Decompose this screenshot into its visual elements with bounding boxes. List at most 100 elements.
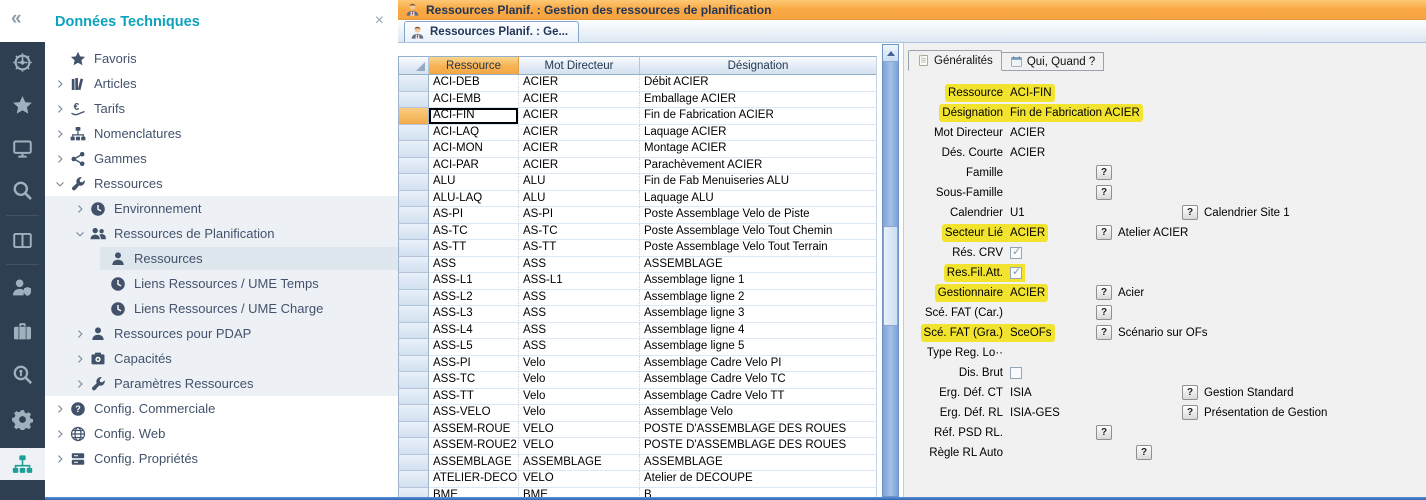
cell-mot_directeur[interactable]: ACIER <box>519 75 640 92</box>
checkbox[interactable] <box>1010 367 1022 379</box>
chevron-right-icon[interactable] <box>70 204 90 214</box>
chevron-down-icon[interactable] <box>70 229 90 239</box>
chevron-right-icon[interactable] <box>50 404 70 414</box>
table-row[interactable]: ALUALUFin de Fab Menuiseries ALU <box>398 174 877 191</box>
sidebar-user-shield-icon[interactable] <box>0 270 45 304</box>
column-header[interactable]: Ressource <box>429 56 519 75</box>
cell-designation[interactable]: Assemblage ligne 4 <box>640 323 877 340</box>
cell-designation[interactable]: Parachèvement ACIER <box>640 158 877 175</box>
chevron-right-icon[interactable] <box>50 129 70 139</box>
select-all-corner[interactable] <box>398 56 429 75</box>
cell-mot_directeur[interactable]: Velo <box>519 356 640 373</box>
table-row[interactable]: ACI-MONACIERMontage ACIER <box>398 141 877 158</box>
table-row[interactable]: ACI-EMBACIEREmballage ACIER <box>398 92 877 109</box>
chevron-right-icon[interactable] <box>50 454 70 464</box>
cell-designation[interactable]: Montage ACIER <box>640 141 877 158</box>
table-row[interactable]: BMEBMEB <box>398 488 877 498</box>
sidebar-search-icon[interactable] <box>0 173 45 207</box>
cell-designation[interactable]: Assemblage Cadre Velo PI <box>640 356 877 373</box>
selected-cell[interactable]: ACI-FIN <box>429 108 519 125</box>
row-selector[interactable] <box>398 92 429 109</box>
cell-designation[interactable]: Laquage ACIER <box>640 125 877 142</box>
help-button[interactable]: ? <box>1096 165 1112 180</box>
help-button[interactable]: ? <box>1182 205 1198 220</box>
column-header[interactable]: Mot Directeur <box>519 56 640 75</box>
cell-mot_directeur[interactable]: ACIER <box>519 141 640 158</box>
table-row[interactable]: ASS-L3ASSAssemblage ligne 3 <box>398 306 877 323</box>
cell-ressource[interactable]: ALU-LAQ <box>429 191 519 208</box>
row-selector[interactable] <box>398 141 429 158</box>
tree-item[interactable]: Nomenclatures <box>45 121 398 146</box>
table-row[interactable]: ALU-LAQALULaquage ALU <box>398 191 877 208</box>
close-panel-icon[interactable]: × <box>375 12 384 30</box>
cell-designation[interactable]: B <box>640 488 877 498</box>
cell-ressource[interactable]: ACI-MON <box>429 141 519 158</box>
table-row[interactable]: ASSEM-ROUEVELOPOSTE D'ASSEMBLAGE DES ROU… <box>398 422 877 439</box>
cell-mot_directeur[interactable]: ACIER <box>519 108 640 125</box>
sidebar-star-icon[interactable] <box>0 88 45 122</box>
cell-mot_directeur[interactable]: AS-TT <box>519 240 640 257</box>
tree-item[interactable]: Config. Web <box>45 421 398 446</box>
table-row[interactable]: AS-TTAS-TTPoste Assemblage Velo Tout Ter… <box>398 240 877 257</box>
table-row[interactable]: ASS-TCVeloAssemblage Cadre Velo TC <box>398 372 877 389</box>
tree-item[interactable]: Gammes <box>45 146 398 171</box>
table-row[interactable]: ACI-LAQACIERLaquage ACIER <box>398 125 877 142</box>
cell-designation[interactable]: Poste Assemblage Velo Tout Terrain <box>640 240 877 257</box>
chevron-right-icon[interactable] <box>70 379 90 389</box>
cell-ressource[interactable]: ACI-DEB <box>429 75 519 92</box>
grid-scrollbar[interactable] <box>882 44 899 497</box>
row-selector[interactable] <box>398 158 429 175</box>
row-selector[interactable] <box>398 455 429 472</box>
help-button[interactable]: ? <box>1096 185 1112 200</box>
chevron-right-icon[interactable] <box>50 429 70 439</box>
cell-mot_directeur[interactable]: ACIER <box>519 92 640 109</box>
chevron-right-icon[interactable] <box>50 154 70 164</box>
tree-item[interactable]: Ressources <box>45 171 398 196</box>
tree-item[interactable]: Ressources de Planification <box>45 221 398 246</box>
row-selector[interactable] <box>398 257 429 274</box>
scrollbar-thumb[interactable] <box>883 226 898 326</box>
sidebar-gear-icon[interactable] <box>0 402 45 436</box>
cell-designation[interactable]: Poste Assemblage Velo Tout Chemin <box>640 224 877 241</box>
cell-ressource[interactable]: ACI-PAR <box>429 158 519 175</box>
cell-mot_directeur[interactable]: ACIER <box>519 158 640 175</box>
row-selector[interactable] <box>398 323 429 340</box>
cell-ressource[interactable]: ASSEM-ROUE <box>429 422 519 439</box>
table-row[interactable]: ASS-VELOVeloAssemblage Velo <box>398 405 877 422</box>
row-selector[interactable] <box>398 372 429 389</box>
checkbox[interactable] <box>1010 247 1022 259</box>
tree-item[interactable]: Favoris <box>45 46 398 71</box>
cell-ressource[interactable]: ASS-VELO <box>429 405 519 422</box>
tree-item[interactable]: Ressources pour PDAP <box>45 321 398 346</box>
checkbox[interactable] <box>1010 267 1022 279</box>
cell-designation[interactable]: ASSEMBLAGE <box>640 257 877 274</box>
row-selector[interactable] <box>398 273 429 290</box>
cell-designation[interactable]: Emballage ACIER <box>640 92 877 109</box>
cell-mot_directeur[interactable]: ASSEMBLAGE <box>519 455 640 472</box>
tree-item[interactable]: €Tarifs <box>45 96 398 121</box>
chevron-right-icon[interactable] <box>50 79 70 89</box>
cell-mot_directeur[interactable]: ASS-L1 <box>519 273 640 290</box>
tree-item[interactable]: Liens Ressources / UME Temps <box>45 271 398 296</box>
cell-ressource[interactable]: BME <box>429 488 519 498</box>
row-selector[interactable] <box>398 339 429 356</box>
tree-item[interactable]: Articles <box>45 71 398 96</box>
scrollbar-up-button[interactable] <box>883 45 898 62</box>
cell-designation[interactable]: Assemblage ligne 1 <box>640 273 877 290</box>
cell-designation[interactable]: Fin de Fab Menuiseries ALU <box>640 174 877 191</box>
cell-ressource[interactable]: ASS-L2 <box>429 290 519 307</box>
row-selector[interactable] <box>398 290 429 307</box>
cell-designation[interactable]: Assemblage Cadre Velo TT <box>640 389 877 406</box>
cell-ressource[interactable]: ASSEM-ROUE2 <box>429 438 519 455</box>
cell-mot_directeur[interactable]: AS-PI <box>519 207 640 224</box>
chevron-right-icon[interactable] <box>50 104 70 114</box>
cell-mot_directeur[interactable]: ASS <box>519 339 640 356</box>
cell-ressource[interactable]: ASS-TC <box>429 372 519 389</box>
cell-designation[interactable]: Poste Assemblage Velo de Piste <box>640 207 877 224</box>
cell-designation[interactable]: POSTE D'ASSEMBLAGE DES ROUES <box>640 422 877 439</box>
row-selector[interactable] <box>398 108 429 125</box>
row-selector[interactable] <box>398 224 429 241</box>
chevron-right-icon[interactable] <box>70 329 90 339</box>
collapse-panel-button[interactable]: « <box>11 8 22 30</box>
sidebar-briefcase-icon[interactable] <box>0 314 45 348</box>
